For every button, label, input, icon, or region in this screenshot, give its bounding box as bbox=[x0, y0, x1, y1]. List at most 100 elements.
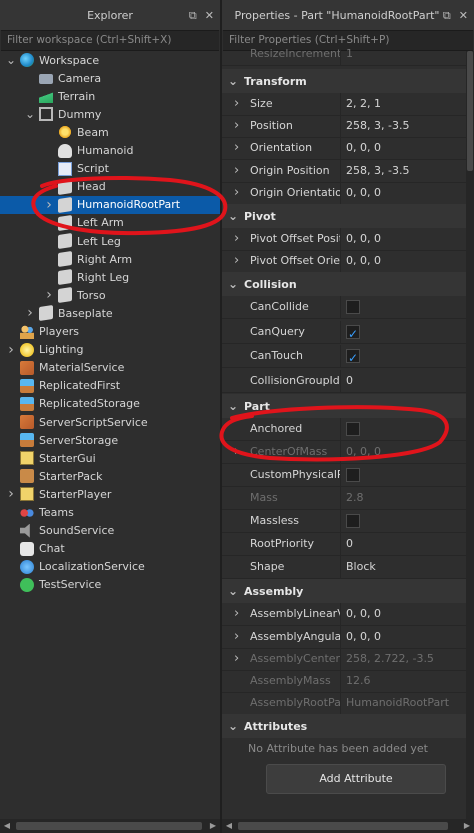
tree-item-teams[interactable]: Teams bbox=[0, 504, 220, 522]
tree-item-camera[interactable]: Camera bbox=[0, 69, 220, 87]
property-row-canquery[interactable]: CanQuery bbox=[222, 320, 474, 344]
scroll-thumb[interactable] bbox=[467, 51, 473, 171]
tree-item-dummy[interactable]: ⌄ Dummy bbox=[0, 105, 220, 123]
chevron-right-icon[interactable]: › bbox=[234, 250, 239, 272]
property-value[interactable]: 0, 0, 0 bbox=[346, 186, 381, 199]
chevron-down-icon[interactable]: ⌄ bbox=[222, 584, 244, 598]
tree-item-head[interactable]: Head bbox=[0, 178, 220, 196]
scroll-left-icon[interactable]: ◀ bbox=[222, 819, 236, 833]
tree-item-right-arm[interactable]: Right Arm bbox=[0, 250, 220, 268]
tree-item-lighting[interactable]: › Lighting bbox=[0, 341, 220, 359]
tree-item-testservice[interactable]: TestService bbox=[0, 576, 220, 594]
chevron-down-icon[interactable]: ⌄ bbox=[222, 209, 244, 223]
tree-item-starterpack[interactable]: StarterPack bbox=[0, 467, 220, 485]
property-value[interactable]: 2, 2, 1 bbox=[346, 97, 381, 110]
section-transform[interactable]: ⌄ Transform bbox=[222, 69, 474, 93]
property-row-massless[interactable]: Massless bbox=[222, 510, 474, 534]
property-row-rootpriority[interactable]: RootPriority 0 bbox=[222, 533, 474, 557]
tree-item-players[interactable]: Players bbox=[0, 323, 220, 341]
chevron-right-icon[interactable]: › bbox=[44, 197, 54, 213]
property-checkbox[interactable] bbox=[346, 347, 360, 367]
tree-item-workspace[interactable]: ⌄ Workspace bbox=[0, 51, 220, 69]
property-checkbox[interactable] bbox=[346, 422, 360, 437]
tree-item-replicatedfirst[interactable]: ReplicatedFirst bbox=[0, 377, 220, 395]
chevron-down-icon[interactable]: ⌄ bbox=[222, 277, 244, 291]
property-value[interactable]: 12.6 bbox=[346, 674, 371, 687]
property-row-assemblylinearvelocity[interactable]: › AssemblyLinearVelocity 0, 0, 0 bbox=[222, 603, 474, 627]
tree-item-terrain[interactable]: Terrain bbox=[0, 87, 220, 105]
property-checkbox[interactable] bbox=[346, 514, 360, 529]
scroll-right-icon[interactable]: ▶ bbox=[460, 819, 474, 833]
property-row-cancollide[interactable]: CanCollide bbox=[222, 296, 474, 320]
property-row-position[interactable]: › Position 258, 3, -3.5 bbox=[222, 115, 474, 139]
tree-item-script[interactable]: Script bbox=[0, 160, 220, 178]
property-checkbox[interactable] bbox=[346, 468, 360, 483]
tree-item-right-leg[interactable]: Right Leg bbox=[0, 268, 220, 286]
chevron-right-icon[interactable]: › bbox=[234, 626, 239, 648]
float-panel-icon[interactable]: ⧉ bbox=[189, 9, 197, 23]
chevron-down-icon[interactable]: ⌄ bbox=[222, 719, 244, 733]
property-row-assemblyrootpart[interactable]: AssemblyRootPart HumanoidRootPart bbox=[222, 692, 474, 716]
property-row-pivot-offset-orientation[interactable]: › Pivot Offset Orientation 0, 0, 0 bbox=[222, 250, 474, 274]
tree-item-replicatedstorage[interactable]: ReplicatedStorage bbox=[0, 395, 220, 413]
tree-item-chat[interactable]: Chat bbox=[0, 540, 220, 558]
tree-item-materialservice[interactable]: MaterialService bbox=[0, 359, 220, 377]
scroll-thumb[interactable] bbox=[238, 822, 448, 830]
properties-hscrollbar[interactable]: ◀ ▶ bbox=[222, 819, 474, 833]
explorer-hscrollbar[interactable]: ◀ ▶ bbox=[0, 819, 220, 833]
chevron-down-icon[interactable]: ⌄ bbox=[6, 53, 16, 67]
section-part[interactable]: ⌄ Part bbox=[222, 394, 474, 419]
close-icon[interactable]: ✕ bbox=[459, 9, 468, 23]
property-value[interactable]: Block bbox=[346, 560, 376, 573]
tree-item-humanoidrootpart[interactable]: › HumanoidRootPart bbox=[0, 195, 220, 214]
chevron-down-icon[interactable]: ⌄ bbox=[222, 74, 244, 88]
properties-vscrollbar[interactable] bbox=[466, 51, 474, 819]
tree-item-torso[interactable]: › Torso bbox=[0, 286, 220, 304]
section-pivot[interactable]: ⌄ Pivot bbox=[222, 204, 474, 228]
chevron-right-icon[interactable]: › bbox=[234, 182, 239, 204]
scroll-right-icon[interactable]: ▶ bbox=[206, 819, 220, 833]
property-value[interactable]: 0, 0, 0 bbox=[346, 254, 381, 267]
property-row-resizeincrement[interactable]: ResizeIncrement 1 bbox=[222, 47, 474, 66]
property-value[interactable]: 258, 3, -3.5 bbox=[346, 164, 409, 177]
chevron-right-icon[interactable]: › bbox=[234, 441, 239, 463]
property-row-assemblyangularvelocity[interactable]: › AssemblyAngularVelocity 0, 0, 0 bbox=[222, 625, 474, 649]
property-value[interactable]: HumanoidRootPart bbox=[346, 696, 449, 709]
property-value[interactable]: 258, 2.722, -3.5 bbox=[346, 652, 434, 665]
property-row-customphysicalproperties[interactable]: CustomPhysicalProperties bbox=[222, 464, 474, 488]
property-row-collisiongroupid[interactable]: CollisionGroupId 0 bbox=[222, 369, 474, 393]
property-row-assemblycenterofmass[interactable]: › AssemblyCenterOfMass 258, 2.722, -3.5 bbox=[222, 647, 474, 671]
scroll-left-icon[interactable]: ◀ bbox=[0, 819, 14, 833]
tree-item-localizationservice[interactable]: LocalizationService bbox=[0, 558, 220, 576]
tree-item-startergui[interactable]: StarterGui bbox=[0, 449, 220, 467]
explorer-filter-input[interactable]: Filter workspace (Ctrl+Shift+X) bbox=[1, 30, 219, 51]
tree-item-serverstorage[interactable]: ServerStorage bbox=[0, 431, 220, 449]
property-value[interactable]: 258, 3, -3.5 bbox=[346, 119, 409, 132]
property-value[interactable]: 0, 0, 0 bbox=[346, 607, 381, 620]
property-row-mass[interactable]: Mass 2.8 bbox=[222, 487, 474, 511]
property-checkbox[interactable] bbox=[346, 300, 360, 315]
property-value[interactable]: 0, 0, 0 bbox=[346, 445, 381, 458]
chevron-right-icon[interactable]: › bbox=[234, 603, 239, 625]
property-row-cantouch[interactable]: CanTouch bbox=[222, 345, 474, 369]
chevron-right-icon[interactable]: › bbox=[6, 486, 16, 502]
tree-item-serverscriptservice[interactable]: ServerScriptService bbox=[0, 413, 220, 431]
chevron-down-icon[interactable]: ⌄ bbox=[222, 399, 244, 413]
chevron-right-icon[interactable]: › bbox=[234, 648, 239, 670]
scroll-thumb[interactable] bbox=[16, 822, 202, 830]
tree-item-starterplayer[interactable]: › StarterPlayer bbox=[0, 485, 220, 503]
property-value[interactable]: 0, 0, 0 bbox=[346, 630, 381, 643]
section-collision[interactable]: ⌄ Collision bbox=[222, 272, 474, 297]
tree-item-beam[interactable]: Beam bbox=[0, 123, 220, 141]
chevron-right-icon[interactable]: › bbox=[234, 137, 239, 159]
property-row-shape[interactable]: Shape Block bbox=[222, 556, 474, 580]
property-row-origin-position[interactable]: › Origin Position 258, 3, -3.5 bbox=[222, 159, 474, 183]
tree-item-humanoid[interactable]: Humanoid bbox=[0, 142, 220, 160]
chevron-right-icon[interactable]: › bbox=[234, 115, 239, 137]
property-row-assemblymass[interactable]: AssemblyMass 12.6 bbox=[222, 670, 474, 693]
property-row-origin-orientation[interactable]: › Origin Orientation 0, 0, 0 bbox=[222, 181, 474, 205]
section-assembly[interactable]: ⌄ Assembly bbox=[222, 579, 474, 604]
property-value[interactable]: 0 bbox=[346, 537, 353, 550]
property-row-centerofmass[interactable]: › CenterOfMass 0, 0, 0 bbox=[222, 441, 474, 465]
chevron-right-icon[interactable]: › bbox=[234, 160, 239, 182]
